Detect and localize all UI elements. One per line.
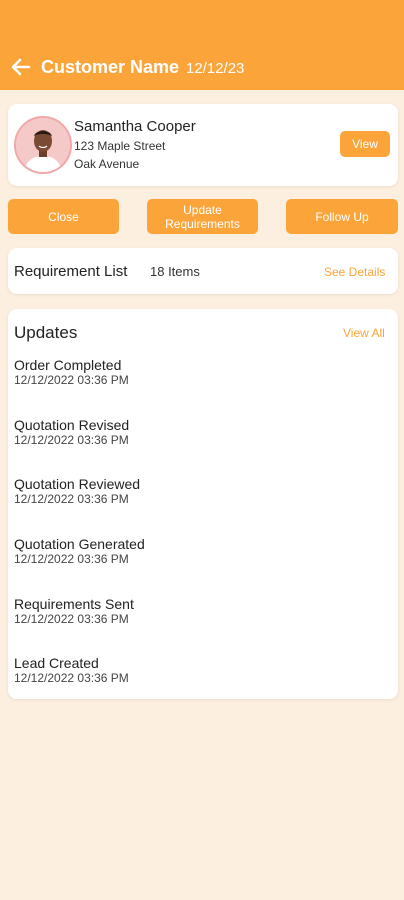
update-item: Quotation Revised 12/12/2022 03:36 PM <box>14 417 384 457</box>
requirement-list-title: Requirement List <box>14 263 128 280</box>
update-name: Quotation Reviewed <box>14 476 141 492</box>
close-button[interactable]: Close <box>8 199 119 234</box>
view-button[interactable]: View <box>340 131 390 157</box>
back-button[interactable] <box>9 55 33 79</box>
address-line-1: 123 Maple Street <box>74 139 166 153</box>
header-date: 12/12/23 <box>186 60 245 77</box>
avatar <box>14 116 72 174</box>
update-item: Order Completed 12/12/2022 03:36 PM <box>14 357 384 397</box>
update-item: Requirements Sent 12/12/2022 03:36 PM <box>14 596 384 636</box>
update-item: Quotation Reviewed 12/12/2022 03:36 PM <box>14 476 384 516</box>
update-time: 12/12/2022 03:36 PM <box>14 433 129 447</box>
page-title: Customer Name <box>41 57 180 77</box>
update-item: Lead Created 12/12/2022 03:36 PM <box>14 655 384 695</box>
requirement-list-card: Requirement List 18 Items See Details <box>8 248 398 294</box>
update-name: Requirements Sent <box>14 596 134 612</box>
update-name: Quotation Revised <box>14 417 130 433</box>
customer-name: Samantha Cooper <box>74 118 196 135</box>
updates-card: Updates View All Order Completed 12/12/2… <box>8 309 398 699</box>
update-time: 12/12/2022 03:36 PM <box>14 492 129 506</box>
see-details-link[interactable]: See Details <box>324 265 385 279</box>
view-all-link[interactable]: View All <box>343 326 385 340</box>
update-button-label-line1: Update <box>183 202 222 217</box>
update-requirements-button[interactable]: Update Requirements <box>147 199 258 234</box>
update-time: 12/12/2022 03:36 PM <box>14 373 129 387</box>
update-name: Quotation Generated <box>14 536 145 552</box>
update-button-label-line2: Requirements <box>165 216 240 231</box>
address-line-2: Oak Avenue <box>74 157 140 171</box>
arrow-left-icon <box>11 58 31 76</box>
updates-title: Updates <box>14 323 78 342</box>
update-item: Quotation Generated 12/12/2022 03:36 PM <box>14 536 384 576</box>
follow-up-button[interactable]: Follow Up <box>286 199 398 234</box>
update-name: Lead Created <box>14 655 99 671</box>
app-header: Customer Name 12/12/23 <box>0 0 404 90</box>
update-name: Order Completed <box>14 357 122 373</box>
requirement-count: 18 Items <box>150 264 200 279</box>
update-time: 12/12/2022 03:36 PM <box>14 671 129 685</box>
customer-profile-card: Samantha Cooper 123 Maple Street Oak Ave… <box>8 104 398 186</box>
update-time: 12/12/2022 03:36 PM <box>14 552 129 566</box>
update-time: 12/12/2022 03:36 PM <box>14 612 129 626</box>
customer-photo <box>16 118 70 172</box>
